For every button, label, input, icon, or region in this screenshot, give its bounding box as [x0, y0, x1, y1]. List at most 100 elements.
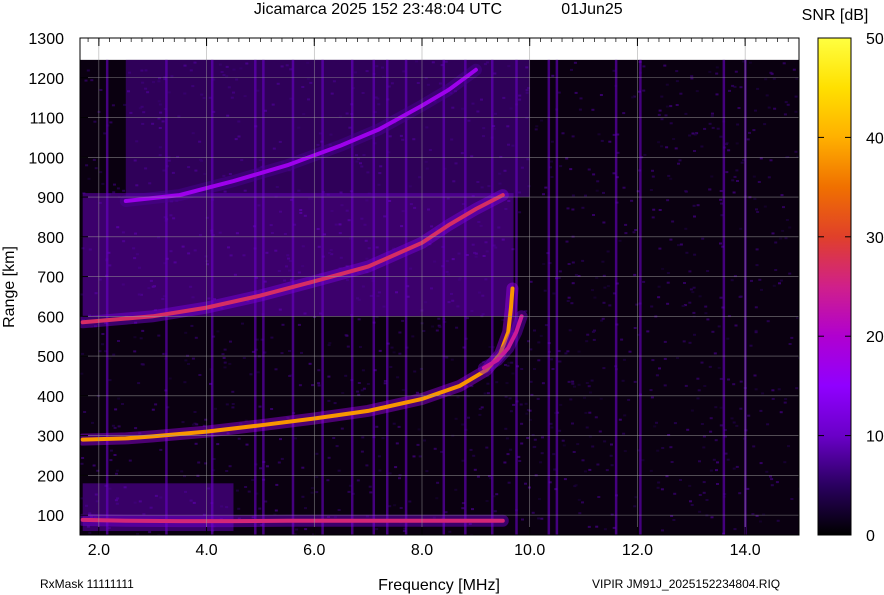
noise-pixel [524, 402, 528, 405]
noise-pixel [700, 145, 704, 148]
noise-pixel [739, 407, 743, 410]
noise-pixel [317, 384, 321, 387]
noise-pixel [665, 146, 669, 149]
noise-pixel [486, 382, 490, 385]
noise-pixel [710, 516, 714, 519]
noise-pixel [508, 397, 512, 400]
noise-pixel [732, 383, 736, 386]
noise-pixel [194, 336, 198, 339]
noise-pixel [81, 352, 85, 355]
noise-pixel [581, 259, 585, 262]
noise-pixel [691, 291, 695, 294]
noise-pixel [540, 452, 544, 455]
noise-pixel [661, 267, 665, 270]
noise-pixel [597, 496, 601, 498]
x-tick-label: 2.0 [88, 542, 110, 559]
noise-pixel [540, 517, 544, 520]
noise-pixel [719, 198, 723, 201]
noise-pixel [603, 528, 607, 531]
noise-pixel [112, 353, 116, 356]
noise-pixel [719, 190, 723, 192]
noise-pixel [601, 317, 605, 320]
noise-pixel [792, 68, 796, 71]
noise-pixel [656, 486, 660, 489]
noise-pixel [777, 388, 781, 391]
noise-pixel [754, 331, 758, 334]
noise-pixel [725, 171, 729, 174]
noise-pixel [533, 438, 537, 441]
noise-pixel [585, 340, 589, 343]
noise-pixel [115, 469, 119, 472]
noise-pixel [509, 410, 513, 413]
noise-pixel [425, 470, 429, 473]
noise-pixel [193, 411, 197, 413]
noise-pixel [566, 350, 570, 353]
noise-pixel [663, 384, 667, 387]
noise-pixel [710, 175, 714, 178]
noise-pixel [381, 437, 385, 440]
noise-pixel [689, 288, 693, 291]
noise-pixel [678, 159, 682, 162]
noise-pixel [275, 483, 279, 486]
noise-pixel [770, 478, 774, 481]
noise-pixel [714, 406, 718, 409]
noise-pixel [507, 481, 511, 484]
noise-pixel [393, 504, 397, 507]
noise-pixel [669, 122, 673, 125]
noise-pixel [422, 330, 426, 332]
noise-pixel [702, 491, 706, 494]
noise-pixel [394, 466, 398, 469]
noise-pixel [281, 323, 285, 326]
noise-pixel [315, 491, 319, 494]
noise-pixel [567, 296, 571, 299]
noise-pixel [661, 529, 664, 532]
noise-pixel [795, 387, 799, 390]
noise-pixel [631, 96, 635, 99]
noise-pixel [592, 338, 596, 341]
noise-pixel [408, 500, 412, 503]
noise-pixel [750, 279, 753, 282]
noise-pixel [563, 478, 567, 481]
noise-pixel [622, 112, 626, 115]
noise-pixel [569, 168, 573, 171]
noise-pixel [623, 450, 627, 453]
noise-pixel [651, 359, 655, 362]
noise-pixel [679, 243, 683, 246]
noise-pixel [587, 385, 591, 388]
noise-pixel [395, 442, 399, 445]
noise-pixel [359, 346, 362, 348]
noise-pixel [635, 303, 639, 306]
noise-pixel [766, 423, 770, 426]
noise-pixel [608, 140, 612, 143]
noise-pixel [191, 423, 195, 426]
noise-pixel [774, 241, 778, 244]
noise-pixel [231, 406, 235, 409]
noise-pixel [101, 343, 105, 346]
noise-pixel [401, 319, 405, 322]
noise-pixel [755, 208, 758, 211]
noise-pixel [90, 79, 94, 82]
noise-pixel [623, 414, 627, 417]
noise-pixel [658, 247, 662, 250]
noise-pixel [711, 112, 714, 115]
noise-pixel [398, 331, 402, 334]
noise-pixel [739, 380, 743, 383]
noise-pixel [651, 169, 654, 172]
noise-pixel [620, 338, 624, 341]
noise-pixel [417, 428, 421, 431]
noise-pixel [657, 296, 661, 299]
interference-column [614, 59, 618, 535]
echo-trace [80, 517, 505, 524]
noise-pixel [565, 157, 569, 160]
colorbar-tick-label: 50 [866, 31, 884, 48]
noise-pixel [779, 237, 783, 240]
noise-pixel [264, 500, 268, 503]
noise-pixel [552, 453, 556, 456]
noise-pixel [148, 531, 152, 534]
noise-pixel [520, 368, 524, 370]
noise-pixel [649, 389, 653, 392]
noise-pixel [578, 108, 582, 111]
noise-pixel [375, 528, 379, 531]
noise-pixel [653, 425, 657, 428]
noise-pixel [335, 445, 339, 448]
